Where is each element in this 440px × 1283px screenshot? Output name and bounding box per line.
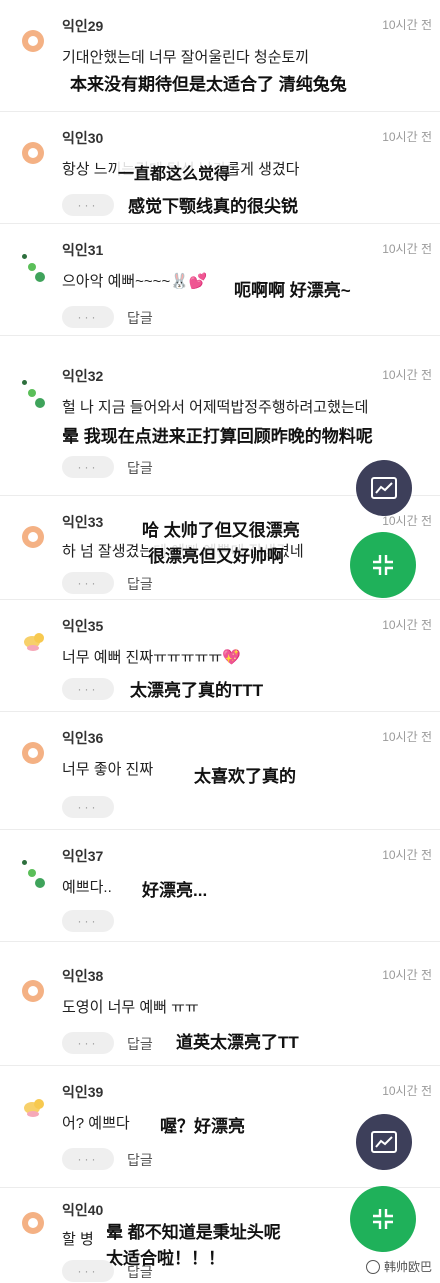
comment-text: 으아악 예뻐~~~~🐰💕 — [62, 273, 208, 290]
collapse-button[interactable] — [350, 1186, 416, 1252]
translation-overlay: 呃啊啊 好漂亮~ — [234, 276, 351, 301]
username[interactable]: 익인29 — [62, 16, 103, 36]
translation-overlay: 很漂亮但又好帅啊 — [148, 542, 284, 567]
avatar[interactable] — [22, 860, 45, 888]
more-options-button[interactable]: ··· — [62, 572, 114, 594]
more-options-button[interactable]: ··· — [62, 1148, 114, 1170]
collapse-arrows-icon — [373, 1209, 393, 1229]
timestamp: 10시간 전 — [382, 130, 432, 144]
translation-overlay: 太适合啦！！！ — [106, 1244, 225, 1269]
timestamp: 10시간 전 — [382, 1084, 432, 1098]
username[interactable]: 익인33 — [62, 512, 103, 532]
timestamp: 10시간 전 — [382, 968, 432, 982]
username[interactable]: 익인39 — [62, 1082, 103, 1102]
translation-overlay: 喔？好漂亮 — [160, 1112, 245, 1137]
comment-text: 헐 나 지금 들어와서 어제떡밥정주행하려고했는데 — [62, 399, 369, 416]
watermark-icon — [365, 1259, 380, 1274]
comment-text: 도영이 너무 예뻐 ㅠㅠ — [62, 999, 199, 1016]
watermark: 韩帅欧巴 — [365, 1258, 432, 1275]
timestamp: 10시간 전 — [382, 18, 432, 32]
reply-button[interactable]: 답글 — [127, 1262, 153, 1282]
reply-button[interactable]: 답글 — [127, 1150, 153, 1170]
username[interactable]: 익인40 — [62, 1200, 103, 1220]
comment-text: 어? 예쁘다 — [62, 1115, 130, 1132]
translation-overlay: 感觉下颚线真的很尖锐 — [128, 192, 298, 217]
comment-text: 너무 예뻐 진짜ㅠㅠㅠㅠㅠ💖 — [62, 649, 241, 666]
comment-item: 익인38 10시간 전 도영이 너무 예뻐 ㅠㅠ ··· 답글 道英太漂亮了TT — [0, 950, 440, 1066]
collapse-button[interactable] — [350, 532, 416, 598]
reply-button[interactable]: 답글 — [127, 574, 153, 594]
username[interactable]: 익인30 — [62, 128, 103, 148]
avatar[interactable] — [22, 1096, 44, 1118]
username[interactable]: 익인32 — [62, 366, 103, 386]
avatar[interactable] — [22, 142, 44, 164]
comment-text: 기대안했는데 너무 잘어울린다 청순토끼 — [62, 49, 310, 66]
avatar[interactable] — [22, 980, 44, 1002]
more-options-button[interactable]: ··· — [62, 796, 114, 818]
avatar[interactable] — [22, 30, 44, 52]
comment-item: 익인29 10시간 전 기대안했는데 너무 잘어울린다 청순토끼 本来没有期待但… — [0, 0, 440, 112]
more-options-button[interactable]: ··· — [62, 194, 114, 216]
comment-item: 익인30 10시간 전 항상 느끼는건데 턱선 날카롭게 생겼다 一直都这么觉得… — [0, 112, 440, 224]
more-options-button[interactable]: ··· — [62, 910, 114, 932]
comment-item: 익인37 10시간 전 예쁘다.. 好漂亮... ··· — [0, 830, 440, 942]
more-options-button[interactable]: ··· — [62, 1032, 114, 1054]
username[interactable]: 익인36 — [62, 728, 103, 748]
comment-text: 예쁘다.. — [62, 879, 112, 896]
avatar[interactable] — [22, 254, 45, 282]
timestamp: 10시간 전 — [382, 618, 432, 632]
reply-button[interactable]: 답글 — [127, 308, 153, 328]
timestamp: 10시간 전 — [382, 242, 432, 256]
avatar[interactable] — [22, 630, 44, 652]
stats-chart-button[interactable] — [356, 1114, 412, 1170]
translation-overlay: 好漂亮... — [142, 876, 208, 901]
reply-button[interactable]: 답글 — [127, 1034, 153, 1054]
more-options-button[interactable]: ··· — [62, 456, 114, 478]
translation-overlay: 太漂亮了真的TTT — [130, 676, 264, 701]
avatar[interactable] — [22, 742, 44, 764]
comment-text: 너무 좋아 진짜 — [62, 761, 154, 778]
translation-overlay: 晕 都不知道是秉址头呢 — [106, 1218, 281, 1243]
username[interactable]: 익인31 — [62, 240, 103, 260]
avatar[interactable] — [22, 526, 44, 548]
translation-overlay: 本来没有期待但是太适合了 清纯兔兔 — [70, 70, 347, 95]
translation-overlay: 道英太漂亮了TT — [176, 1028, 299, 1053]
translation-overlay: 太喜欢了真的 — [194, 762, 296, 787]
timestamp: 10시간 전 — [382, 730, 432, 744]
username[interactable]: 익인35 — [62, 616, 103, 636]
reply-button[interactable]: 답글 — [127, 458, 153, 478]
comment-item: 익인35 10시간 전 너무 예뻐 진짜ㅠㅠㅠㅠㅠ💖 ··· 太漂亮了真的TTT — [0, 600, 440, 712]
more-options-button[interactable]: ··· — [62, 1260, 114, 1282]
timestamp: 10시간 전 — [382, 848, 432, 862]
more-options-button[interactable]: ··· — [62, 678, 114, 700]
timestamp: 10시간 전 — [382, 368, 432, 382]
trending-chart-icon — [371, 1131, 397, 1153]
username[interactable]: 익인38 — [62, 966, 103, 986]
more-options-button[interactable]: ··· — [62, 306, 114, 328]
trending-chart-icon — [371, 477, 397, 499]
stats-chart-button[interactable] — [356, 460, 412, 516]
translation-overlay: 哈 太帅了但又很漂亮 — [142, 516, 300, 541]
collapse-arrows-icon — [373, 555, 393, 575]
translation-overlay: 一直都这么觉得 — [118, 160, 231, 184]
username[interactable]: 익인37 — [62, 846, 103, 866]
comment-item: 익인31 10시간 전 으아악 예뻐~~~~🐰💕 呃啊啊 好漂亮~ ··· 답글 — [0, 224, 440, 336]
comment-text: 할 병 — [62, 1231, 94, 1248]
watermark-text: 韩帅欧巴 — [383, 1260, 432, 1274]
avatar[interactable] — [22, 380, 45, 408]
avatar[interactable] — [22, 1212, 44, 1234]
comment-item: 익인36 10시간 전 너무 좋아 진짜 太喜欢了真的 ··· — [0, 712, 440, 830]
translation-overlay: 晕 我现在点进来正打算回顾昨晚的物料呢 — [62, 422, 373, 447]
